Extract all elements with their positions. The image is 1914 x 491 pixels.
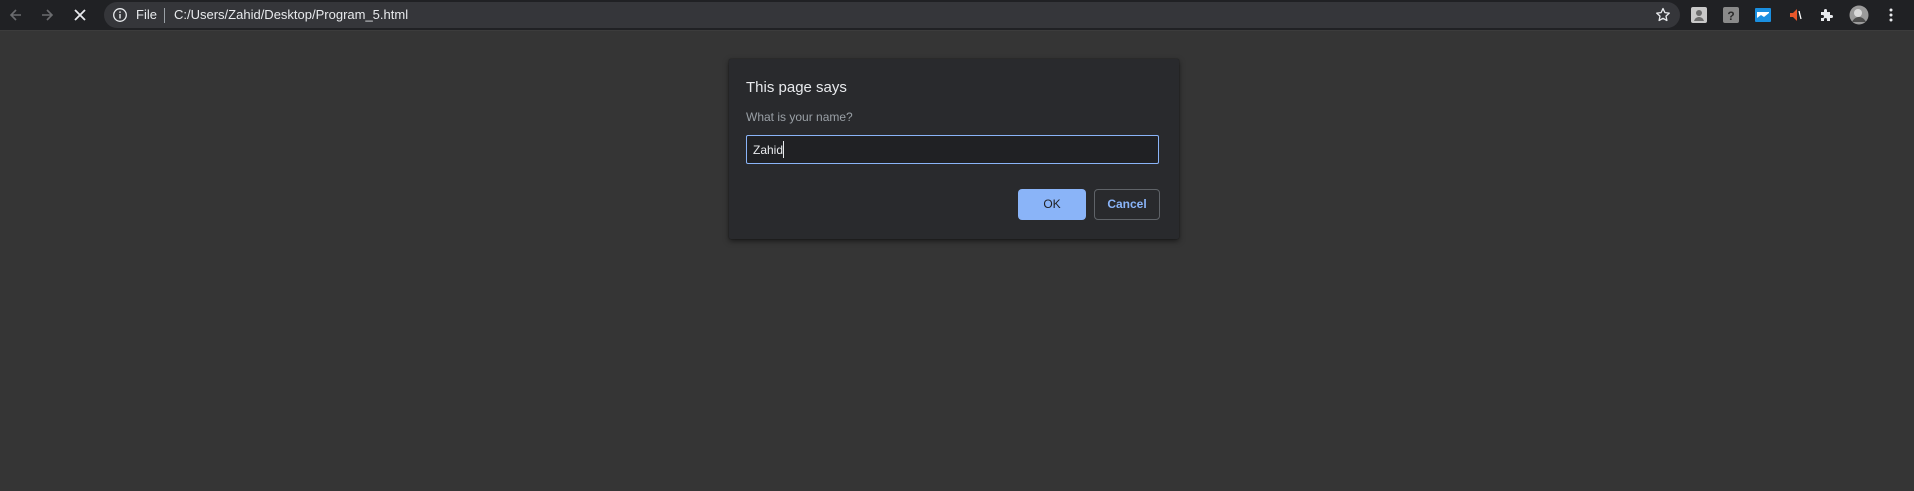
stop-loading-icon — [74, 9, 86, 21]
svg-text:?: ? — [1727, 9, 1734, 23]
name-input[interactable] — [746, 135, 1159, 164]
extension-help-icon[interactable]: ? — [1721, 5, 1741, 25]
stop-button[interactable] — [68, 3, 92, 27]
browser-toolbar: File C:/Users/Zahid/Desktop/Program_5.ht… — [0, 0, 1914, 31]
ok-button[interactable]: OK — [1018, 189, 1086, 220]
url-text[interactable]: C:/Users/Zahid/Desktop/Program_5.html — [174, 8, 408, 22]
scheme-label: File — [136, 7, 157, 22]
site-info-icon[interactable] — [112, 7, 128, 23]
profile-avatar[interactable] — [1849, 5, 1869, 25]
omnibox-divider — [164, 8, 165, 23]
dialog-title: This page says — [746, 79, 847, 96]
bookmark-star-icon[interactable] — [1654, 6, 1672, 24]
prompt-dialog: This page says What is your name? OK Can… — [729, 59, 1179, 239]
forward-button[interactable] — [35, 3, 59, 27]
cancel-button[interactable]: Cancel — [1094, 189, 1160, 220]
text-caret — [783, 141, 784, 158]
extension-profile-card-icon[interactable] — [1689, 5, 1709, 25]
back-button[interactable] — [4, 3, 28, 27]
extension-puzzle-icon[interactable] — [1817, 5, 1837, 25]
dialog-message: What is your name? — [746, 110, 853, 124]
back-arrow-icon — [9, 9, 21, 21]
forward-arrow-icon — [42, 9, 54, 21]
page-content: This page says What is your name? OK Can… — [0, 31, 1914, 491]
extension-audio-icon[interactable] — [1785, 5, 1805, 25]
extension-window-icon[interactable] — [1753, 5, 1773, 25]
kebab-menu-icon[interactable] — [1881, 5, 1901, 25]
address-bar[interactable]: File C:/Users/Zahid/Desktop/Program_5.ht… — [104, 2, 1680, 28]
